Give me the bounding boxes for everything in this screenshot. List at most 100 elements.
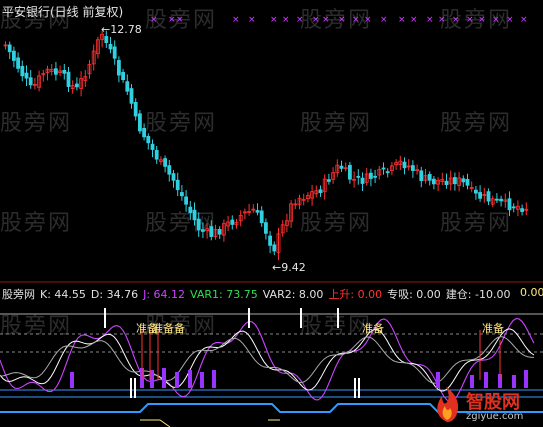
candlestick-series <box>3 30 529 261</box>
x-marker: × <box>410 15 418 25</box>
x-marker: × <box>364 15 372 25</box>
signal-bar <box>188 370 192 388</box>
chart-canvas[interactable]: × × × × × × × × × × × × × × × × × × × × × × × × <box>0 0 543 427</box>
candle-body <box>112 46 117 59</box>
candle-body <box>104 36 109 44</box>
indicator-value: 建仓: -10.00 <box>445 288 511 301</box>
candle-body <box>410 165 415 171</box>
x-marker: × <box>322 15 330 25</box>
candle-body <box>268 235 273 246</box>
candle-body <box>171 173 176 181</box>
x-marker: × <box>466 15 474 25</box>
candle-body <box>192 209 197 221</box>
candle-body <box>167 165 172 175</box>
indicator-value: VAR2: 8.00 <box>262 288 324 301</box>
candle-body <box>431 178 436 185</box>
candle-body <box>20 65 25 77</box>
candle-body <box>385 171 390 174</box>
signal-bar <box>212 370 216 388</box>
x-marker: × <box>438 15 446 25</box>
candle-body <box>75 83 79 88</box>
candle-body <box>473 189 478 194</box>
x-marker: × <box>338 15 346 25</box>
candle-body <box>184 196 189 205</box>
indicator-value: K: 44.55 <box>40 288 86 301</box>
x-marker: × <box>296 15 304 25</box>
candle-body <box>16 57 21 69</box>
candle-body <box>196 218 201 231</box>
logo-url: zgiyue.com <box>466 411 524 422</box>
candle-body <box>150 143 155 150</box>
candle-body <box>11 50 16 61</box>
x-marker: × <box>312 15 320 25</box>
candle-body <box>125 81 130 92</box>
x-marker: × <box>492 15 500 25</box>
signal-label: 准备 <box>362 322 384 335</box>
candle-body <box>154 149 159 160</box>
candle-body <box>461 178 466 183</box>
x-marker: × <box>150 15 158 25</box>
signal-bar <box>150 370 154 388</box>
candle-body <box>347 164 352 180</box>
signal-label: 准备 <box>482 322 504 335</box>
x-marker: × <box>478 15 486 25</box>
indicator-value: 上升: 0.00 <box>328 288 383 301</box>
candle-body <box>318 189 323 194</box>
chart-title: 平安银行(日线 前复权) <box>2 5 124 19</box>
candle-body <box>259 210 264 224</box>
candle-body <box>28 77 33 86</box>
candle-body <box>62 69 67 74</box>
signal-markers: × × × × × × × × × × × × × × × × × × × × × × × × <box>150 15 528 25</box>
candle-body <box>381 167 386 170</box>
candle-body <box>520 208 524 212</box>
signal-tick <box>337 308 339 328</box>
x-marker: × <box>176 15 184 25</box>
candle-body <box>368 172 373 179</box>
candle-body <box>255 210 260 213</box>
signal-bar <box>70 372 74 388</box>
signal-tick <box>104 308 106 328</box>
high-price-value: 12.78 <box>110 23 142 36</box>
indicator-value: 专吸: 0.00 <box>387 288 441 301</box>
signal-bar <box>200 372 204 388</box>
signal-label: 准备备 <box>152 322 185 335</box>
x-marker: × <box>168 15 176 25</box>
x-marker: × <box>282 15 290 25</box>
x-marker: × <box>248 15 256 25</box>
candle-body <box>419 170 424 182</box>
x-marker: × <box>232 15 240 25</box>
candle-body <box>121 71 125 81</box>
candle-body <box>360 177 365 184</box>
candle-body <box>188 206 193 214</box>
candle-body <box>452 177 457 185</box>
low-arrow: ← <box>272 261 282 274</box>
candle-body <box>507 198 512 211</box>
x-marker: × <box>426 15 434 25</box>
candle-body <box>133 102 138 117</box>
low-price-label: ←9.42 <box>272 261 306 274</box>
x-marker: × <box>398 15 406 25</box>
x-marker: × <box>380 15 388 25</box>
candle-body <box>356 175 361 178</box>
indicator-value: D: 34.76 <box>90 288 139 301</box>
site-logo: 智股网 zgiyue.com <box>430 386 540 426</box>
candle-body <box>146 135 151 144</box>
candle-body <box>465 178 470 186</box>
high-price-label: ←12.78 <box>101 23 142 36</box>
candle-body <box>272 244 277 252</box>
candle-body <box>217 229 222 235</box>
candle-body <box>54 68 58 75</box>
candle-body <box>326 179 331 182</box>
candle-body <box>339 165 344 169</box>
step-line <box>140 419 280 427</box>
signal-bar <box>162 368 166 388</box>
indicator-trailing-value: 0.00 <box>520 286 543 299</box>
signal-tick <box>130 378 132 398</box>
x-marker: × <box>452 15 460 25</box>
flame-icon <box>437 387 459 422</box>
candle-body <box>163 158 168 167</box>
candle-body <box>499 198 504 202</box>
candle-body <box>175 179 180 191</box>
chart-window: 股旁网 股旁网 股旁网 股旁网 股旁网 股旁网 股旁网 股旁网 股旁网 股旁网 … <box>0 0 543 427</box>
candle-body <box>66 71 71 87</box>
